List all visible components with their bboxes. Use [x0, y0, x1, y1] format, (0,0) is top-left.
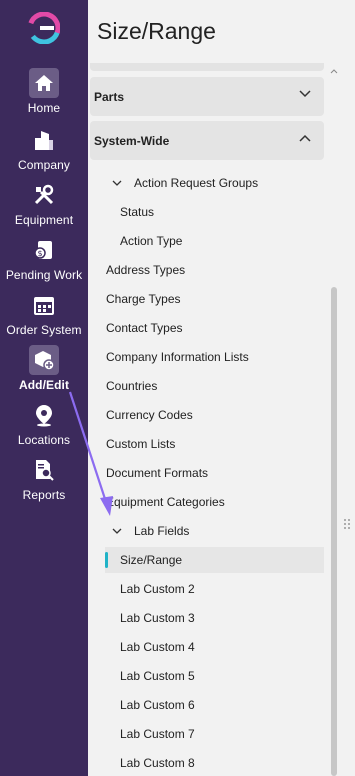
chevron-down-icon [112, 526, 124, 536]
section-parts[interactable]: Parts [90, 77, 324, 116]
section-label: System-Wide [94, 133, 170, 148]
tree-item-label: Status [120, 205, 155, 219]
tree-item-label: Lab Custom 7 [120, 727, 195, 741]
tree-item-countries[interactable]: Countries [106, 373, 326, 399]
tree-item-lab-custom-8[interactable]: Lab Custom 8 [120, 750, 324, 776]
app-logo[interactable] [27, 11, 61, 45]
nav-item-equipment[interactable]: Equipment [0, 180, 88, 227]
tree-item-charge-types[interactable]: Charge Types [106, 286, 326, 312]
chevron-down-icon [298, 87, 312, 106]
collapsed-section-edge [90, 63, 324, 71]
nav-label: Reports [22, 488, 66, 502]
nav-item-pending-work[interactable]: $ Pending Work [0, 235, 88, 282]
tree-item-equipment-categories[interactable]: Equipment Categories [106, 489, 326, 515]
tree-item-label: Countries [106, 379, 158, 393]
tree-item-currency-codes[interactable]: Currency Codes [106, 402, 326, 428]
sidebar: Home Company Equipment $ Pending Work Or… [0, 0, 88, 776]
tree-item-contact-types[interactable]: Contact Types [106, 315, 326, 341]
section-system-wide[interactable]: System-Wide [90, 121, 324, 160]
tree-item-status[interactable]: Status [120, 199, 324, 225]
tree-group-action-request-groups[interactable]: Action Request Groups [112, 170, 324, 196]
tree-item-label: Company Information Lists [106, 350, 249, 364]
nav-label: Order System [6, 323, 82, 337]
home-icon [29, 68, 59, 98]
location-pin-icon [29, 400, 59, 430]
tree-item-address-types[interactable]: Address Types [106, 257, 326, 283]
tree-item-lab-custom-3[interactable]: Lab Custom 3 [120, 605, 324, 631]
tree-item-label: Lab Custom 8 [120, 756, 195, 770]
tree-item-custom-lists[interactable]: Custom Lists [106, 431, 326, 457]
nav-label: Locations [17, 433, 71, 447]
svg-text:$: $ [37, 249, 42, 258]
report-search-icon [29, 455, 59, 485]
nav-label: Add/Edit [18, 378, 70, 392]
nav-item-order-system[interactable]: Order System [0, 290, 88, 337]
tree-item-action-type[interactable]: Action Type [120, 228, 324, 254]
tree-item-label: Address Types [106, 263, 186, 277]
tree-item-label: Lab Custom 6 [120, 698, 195, 712]
page-title: Size/Range [97, 18, 216, 44]
nav-item-company[interactable]: Company [0, 125, 88, 172]
nav-item-home[interactable]: Home [0, 68, 88, 115]
building-icon [29, 125, 59, 155]
selection-indicator [105, 552, 108, 568]
tree-item-label: Lab Custom 3 [120, 611, 195, 625]
tree-item-label: Equipment Categories [106, 495, 225, 509]
tree-item-label: Size/Range [120, 553, 183, 567]
add-box-icon [29, 345, 59, 375]
tree-item-document-formats[interactable]: Document Formats [106, 460, 326, 486]
tree-item-size-range[interactable]: Size/Range [105, 547, 324, 573]
calendar-icon [29, 290, 59, 320]
nav-item-locations[interactable]: Locations [0, 400, 88, 447]
nav-item-add-edit[interactable]: Add/Edit [0, 345, 88, 392]
tree-item-lab-custom-5[interactable]: Lab Custom 5 [120, 663, 324, 689]
tree-group-lab-fields[interactable]: Lab Fields [112, 518, 324, 544]
tree-item-label: Action Request Groups [134, 176, 259, 190]
chevron-up-icon [298, 131, 312, 150]
tree-item-label: Custom Lists [106, 437, 176, 451]
nav-label: Equipment [14, 213, 74, 227]
tree-item-label: Charge Types [106, 292, 181, 306]
tree-item-label: Lab Custom 2 [120, 582, 195, 596]
scrollbar-thumb[interactable] [331, 287, 337, 776]
section-label: Parts [94, 89, 125, 104]
nav-item-reports[interactable]: Reports [0, 455, 88, 502]
chevron-down-icon [112, 178, 124, 188]
resize-handle-icon[interactable] [343, 517, 351, 531]
tree-item-lab-custom-6[interactable]: Lab Custom 6 [120, 692, 324, 718]
tree-item-company-information-lists[interactable]: Company Information Lists [106, 344, 326, 370]
main-panel: Size/Range Parts System-Wide Action Requ… [88, 0, 355, 776]
money-icon: $ [29, 235, 59, 265]
tree-item-label: Currency Codes [106, 408, 193, 422]
tree-item-label: Lab Custom 5 [120, 669, 195, 683]
nav-label: Company [17, 158, 71, 172]
tree-item-lab-custom-7[interactable]: Lab Custom 7 [120, 721, 324, 747]
tree-item-label: Document Formats [106, 466, 209, 480]
tree-item-label: Lab Fields [134, 524, 190, 538]
tree-item-lab-custom-4[interactable]: Lab Custom 4 [120, 634, 324, 660]
tools-icon [29, 180, 59, 210]
tree-item-label: Action Type [120, 234, 183, 248]
tree-item-label: Lab Custom 4 [120, 640, 195, 654]
nav-label: Pending Work [5, 268, 83, 282]
tree-item-label: Contact Types [106, 321, 183, 335]
nav-label: Home [27, 101, 61, 115]
tree-item-lab-custom-2[interactable]: Lab Custom 2 [120, 576, 324, 602]
